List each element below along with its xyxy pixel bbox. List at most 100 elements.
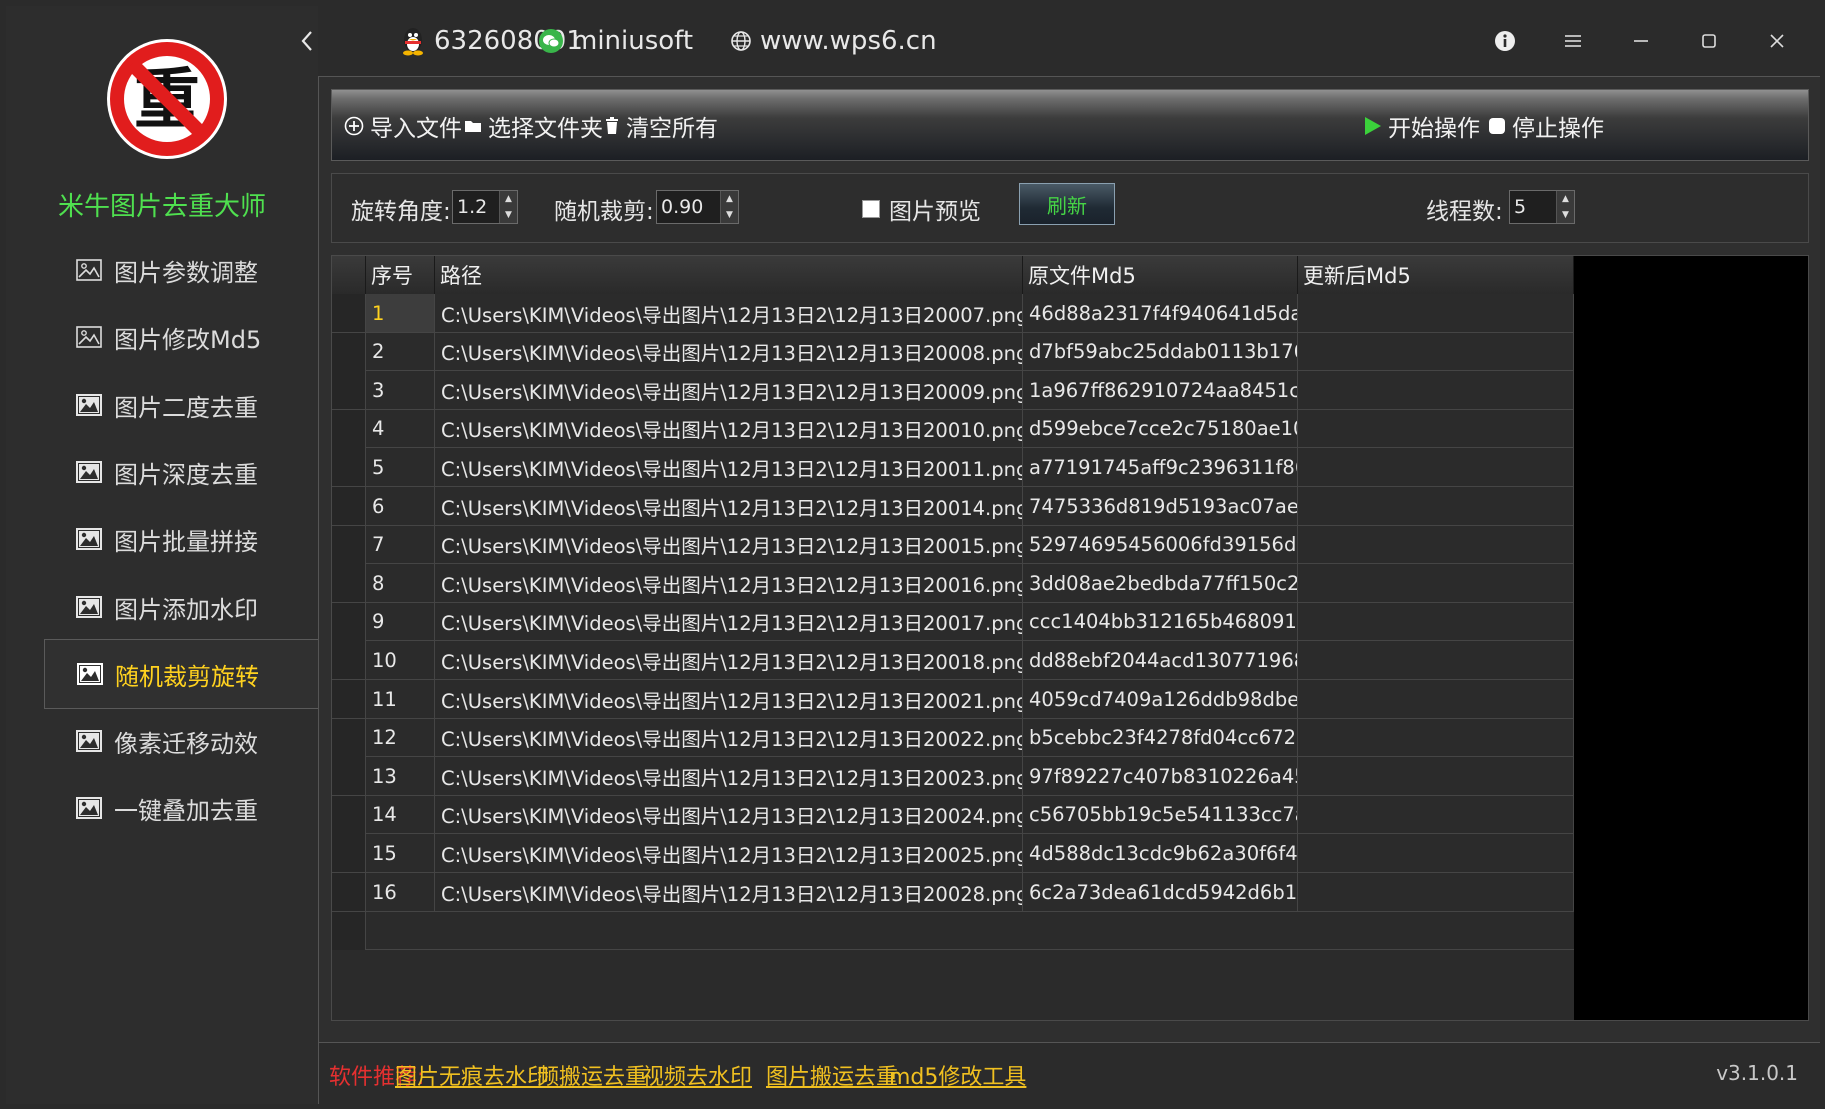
- row-header[interactable]: [332, 487, 366, 525]
- image-icon: [76, 461, 102, 483]
- cell-path: C:\Users\KIM\Videos\导出图片\12月13日2\12月13日2…: [435, 409, 1023, 448]
- sidebar-item-label: 一键叠加去重: [114, 796, 258, 825]
- sidebar-item-2[interactable]: 图片修改Md5: [44, 302, 318, 372]
- cell-index: 8: [366, 564, 435, 603]
- recommend-link-image-dedup[interactable]: 图片搬运去重: [766, 1059, 898, 1091]
- spin-up-icon[interactable]: ▲: [721, 191, 738, 207]
- row-header[interactable]: [332, 795, 366, 834]
- maximize-button[interactable]: [1692, 24, 1726, 58]
- spin-up-icon[interactable]: ▲: [500, 191, 517, 207]
- recommend-link-md5-tool[interactable]: md5修改工具: [889, 1059, 1026, 1091]
- row-header[interactable]: [332, 294, 366, 332]
- cell-path: C:\Users\KIM\Videos\导出图片\12月13日2\12月13日2…: [435, 332, 1023, 371]
- table-row[interactable]: 1 C:\Users\KIM\Videos\导出图片\12月13日2\12月13日…: [332, 294, 1574, 333]
- stop-button[interactable]: 停止操作: [1488, 110, 1604, 142]
- cell-index: 5: [366, 448, 435, 487]
- table-row[interactable]: 5 C:\Users\KIM\Videos\导出图片\12月13日2\12月13日…: [332, 448, 1574, 487]
- recommend-link-watermark-removal[interactable]: 图片无痕去水印: [395, 1059, 549, 1091]
- recommend-link-video-watermark[interactable]: 视频去水印: [642, 1059, 752, 1091]
- table-row[interactable]: 14 C:\Users\KIM\Videos\导出图片\12月13日2\12月13…: [332, 795, 1574, 835]
- image-outline-icon: [76, 259, 102, 281]
- website-url: www.wps6.cn: [760, 26, 937, 56]
- row-header[interactable]: [332, 371, 366, 410]
- sidebar-item-7[interactable]: 随机裁剪旋转: [44, 639, 318, 709]
- image-preview-checkbox[interactable]: [862, 200, 880, 218]
- table-row[interactable]: 7 C:\Users\KIM\Videos\导出图片\12月13日2\12月13日…: [332, 525, 1574, 565]
- info-button[interactable]: [1488, 24, 1522, 58]
- table-row[interactable]: 16 C:\Users\KIM\Videos\导出图片\12月13日2\12月13…: [332, 873, 1574, 912]
- table-row[interactable]: 12 C:\Users\KIM\Videos\导出图片\12月13日2\12月13…: [332, 718, 1574, 758]
- start-button[interactable]: 开始操作: [1364, 110, 1480, 142]
- row-header[interactable]: [332, 757, 366, 796]
- row-header[interactable]: [332, 409, 366, 448]
- row-header[interactable]: [332, 873, 366, 911]
- sidebar-item-1[interactable]: 图片参数调整: [44, 235, 318, 305]
- image-icon: [77, 663, 103, 685]
- wechat-contact[interactable]: miniusoft: [538, 22, 693, 60]
- sidebar-item-6[interactable]: 图片添加水印: [44, 572, 318, 642]
- table-row[interactable]: 3 C:\Users\KIM\Videos\导出图片\12月13日2\12月13日…: [332, 371, 1574, 410]
- table-row[interactable]: 4 C:\Users\KIM\Videos\导出图片\12月13日2\12月13日…: [332, 409, 1574, 449]
- cell-index: 10: [366, 641, 435, 680]
- recommend-link-video-dedup[interactable]: 频搬运去重: [537, 1059, 647, 1091]
- clear-all-button[interactable]: 清空所有: [604, 110, 718, 142]
- cell-updated-md5: [1298, 564, 1574, 603]
- import-file-button[interactable]: 导入文件: [344, 110, 462, 142]
- random-crop-spinbox[interactable]: ▲ ▼: [656, 190, 739, 224]
- row-header[interactable]: [332, 332, 366, 371]
- column-header-original-md5[interactable]: 原文件Md5: [1023, 256, 1298, 294]
- rotate-angle-spinbox[interactable]: ▲ ▼: [452, 190, 518, 224]
- menu-button[interactable]: [1556, 24, 1590, 58]
- sidebar-item-4[interactable]: 图片深度去重: [44, 437, 318, 507]
- spin-down-icon[interactable]: ▼: [721, 207, 738, 223]
- back-button[interactable]: [290, 24, 324, 58]
- table-row[interactable]: 15 C:\Users\KIM\Videos\导出图片\12月13日2\12月13…: [332, 834, 1574, 873]
- table-row[interactable]: 10 C:\Users\KIM\Videos\导出图片\12月13日2\12月13…: [332, 641, 1574, 680]
- sidebar-item-label: 像素迁移动效: [114, 729, 258, 758]
- cell-updated-md5: [1298, 834, 1574, 873]
- wechat-icon: [538, 28, 564, 54]
- minimize-button[interactable]: [1624, 24, 1658, 58]
- cell-original-md5: 3dd08ae2bedbda77ff150c2939...: [1023, 564, 1298, 603]
- table-row[interactable]: 2 C:\Users\KIM\Videos\导出图片\12月13日2\12月13日…: [332, 332, 1574, 372]
- sidebar-item-9[interactable]: 一键叠加去重: [44, 773, 318, 843]
- website-link[interactable]: www.wps6.cn: [730, 22, 937, 60]
- sidebar-item-5[interactable]: 图片批量拼接: [44, 504, 318, 574]
- sidebar-item-3[interactable]: 图片二度去重: [44, 370, 318, 440]
- spin-down-icon[interactable]: ▼: [1557, 207, 1574, 223]
- sidebar-item-8[interactable]: 像素迁移动效: [44, 706, 318, 776]
- spin-down-icon[interactable]: ▼: [500, 207, 517, 223]
- cell-original-md5: ccc1404bb312165b4680916969...: [1023, 602, 1298, 641]
- row-header[interactable]: [332, 718, 366, 757]
- close-button[interactable]: [1760, 24, 1794, 58]
- table-row[interactable]: 8 C:\Users\KIM\Videos\导出图片\12月13日2\12月13日…: [332, 564, 1574, 603]
- cell-index: 15: [366, 834, 435, 873]
- row-header[interactable]: [332, 564, 366, 603]
- cell-index: 9: [366, 602, 435, 641]
- table-row[interactable]: 11 C:\Users\KIM\Videos\导出图片\12月13日2\12月13…: [332, 680, 1574, 719]
- thread-count-input[interactable]: [1510, 191, 1556, 223]
- app-name: 米牛图片去重大师: [57, 192, 266, 222]
- info-icon: [1495, 31, 1515, 51]
- random-crop-input[interactable]: [657, 191, 720, 223]
- thread-count-spinbox[interactable]: ▲ ▼: [1509, 190, 1575, 224]
- row-header[interactable]: [332, 641, 366, 680]
- row-header[interactable]: [332, 834, 366, 873]
- table-row[interactable]: 9 C:\Users\KIM\Videos\导出图片\12月13日2\12月13日…: [332, 602, 1574, 642]
- row-header[interactable]: [332, 602, 366, 641]
- refresh-button[interactable]: 刷新: [1019, 183, 1115, 225]
- rotate-angle-input[interactable]: [453, 191, 499, 223]
- spin-up-icon[interactable]: ▲: [1557, 191, 1574, 207]
- column-header-path[interactable]: 路径: [435, 256, 1023, 294]
- column-header-index[interactable]: 序号: [366, 256, 435, 294]
- select-folder-button[interactable]: 选择文件夹: [464, 110, 603, 142]
- row-header[interactable]: [332, 525, 366, 564]
- table-row[interactable]: 6 C:\Users\KIM\Videos\导出图片\12月13日2\12月13日…: [332, 487, 1574, 526]
- row-header[interactable]: [332, 448, 366, 487]
- row-header[interactable]: [332, 680, 366, 718]
- table-row[interactable]: 13 C:\Users\KIM\Videos\导出图片\12月13日2\12月13…: [332, 757, 1574, 796]
- column-header-updated-md5[interactable]: 更新后Md5: [1298, 256, 1574, 294]
- cell-path: C:\Users\KIM\Videos\导出图片\12月13日2\12月13日2…: [435, 641, 1023, 680]
- cell-updated-md5: [1298, 602, 1574, 641]
- cell-original-md5: c56705bb19c5e541133cc7acd4...: [1023, 795, 1298, 834]
